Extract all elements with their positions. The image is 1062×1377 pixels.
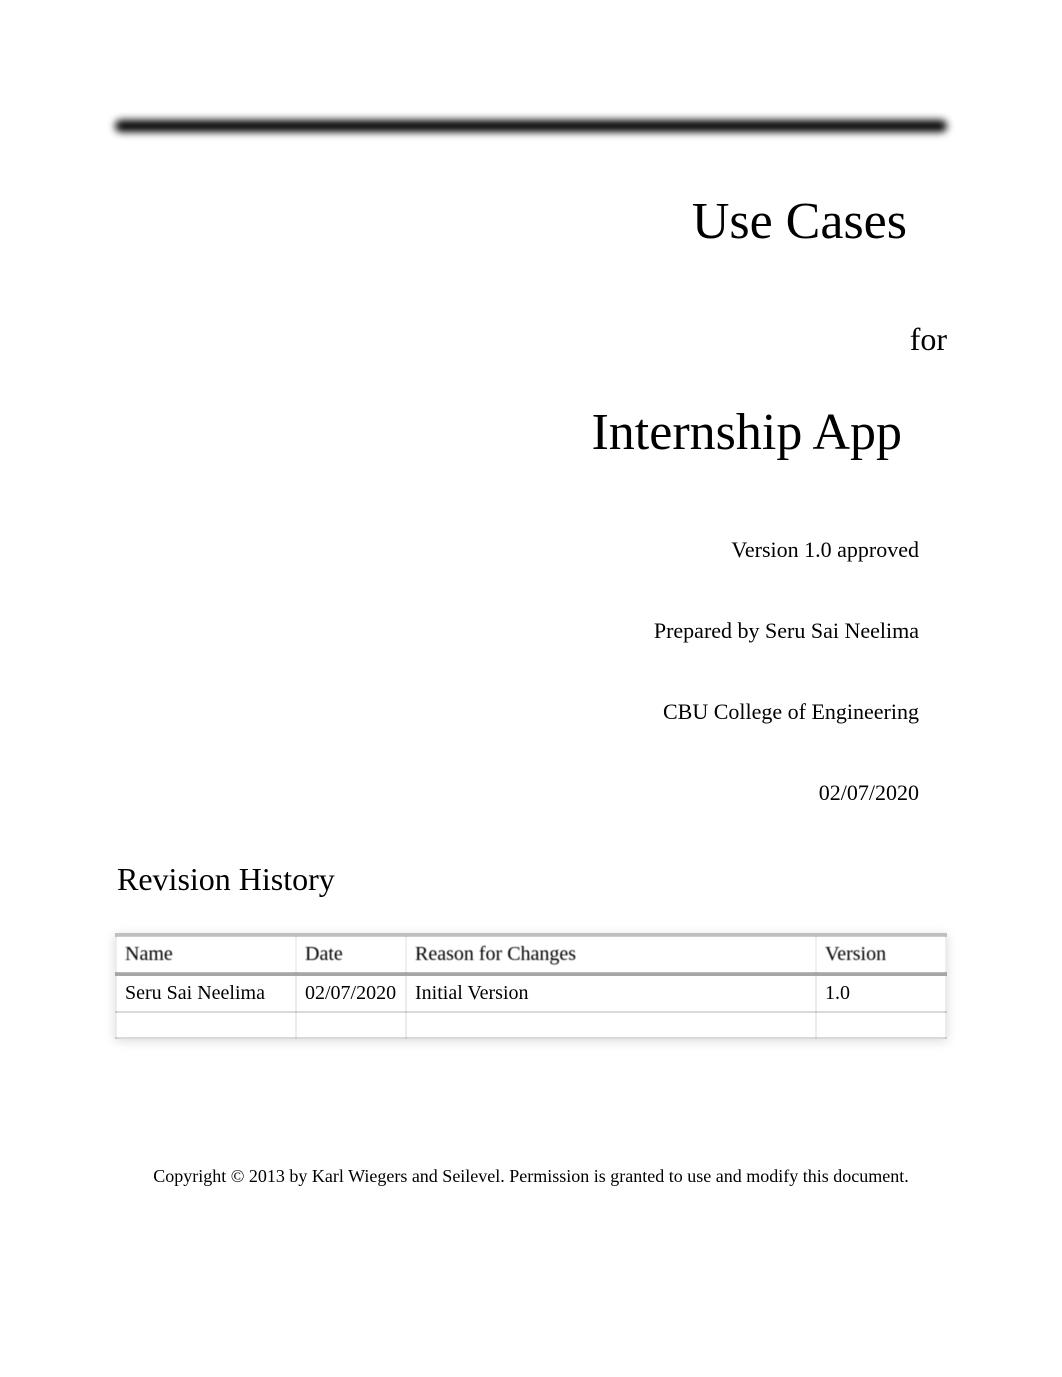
revision-history-table-wrap: Name Date Reason for Changes Version Ser… xyxy=(115,933,947,1039)
revision-history-heading: Revision History xyxy=(115,861,947,898)
cell-version: 1.0 xyxy=(816,974,946,1012)
table-row: Seru Sai Neelima 02/07/2020 Initial Vers… xyxy=(116,974,946,1012)
cell-version xyxy=(816,1012,946,1038)
revision-history-table: Name Date Reason for Changes Version Ser… xyxy=(115,933,947,1039)
cell-name xyxy=(116,1012,296,1038)
document-title-line-1: Use Cases xyxy=(115,192,947,251)
header-date: Date xyxy=(296,935,406,974)
organization: CBU College of Engineering xyxy=(115,699,947,725)
version-status: Version 1.0 approved xyxy=(115,537,947,563)
cell-reason: Initial Version xyxy=(406,974,816,1012)
table-row xyxy=(116,1012,946,1038)
document-date: 02/07/2020 xyxy=(115,780,947,806)
document-title-for: for xyxy=(115,321,947,358)
cell-reason xyxy=(406,1012,816,1038)
cell-date: 02/07/2020 xyxy=(296,974,406,1012)
document-page: Use Cases for Internship App Version 1.0… xyxy=(0,0,1062,1039)
top-rule xyxy=(115,120,947,132)
header-reason: Reason for Changes xyxy=(406,935,816,974)
header-name: Name xyxy=(116,935,296,974)
header-version: Version xyxy=(816,935,946,974)
prepared-by: Prepared by Seru Sai Neelima xyxy=(115,618,947,644)
cell-date xyxy=(296,1012,406,1038)
cell-name: Seru Sai Neelima xyxy=(116,974,296,1012)
table-header-row: Name Date Reason for Changes Version xyxy=(116,935,946,974)
copyright-footer: Copyright © 2013 by Karl Wiegers and Sei… xyxy=(0,1166,1062,1187)
document-title-line-2: Internship App xyxy=(115,403,947,462)
